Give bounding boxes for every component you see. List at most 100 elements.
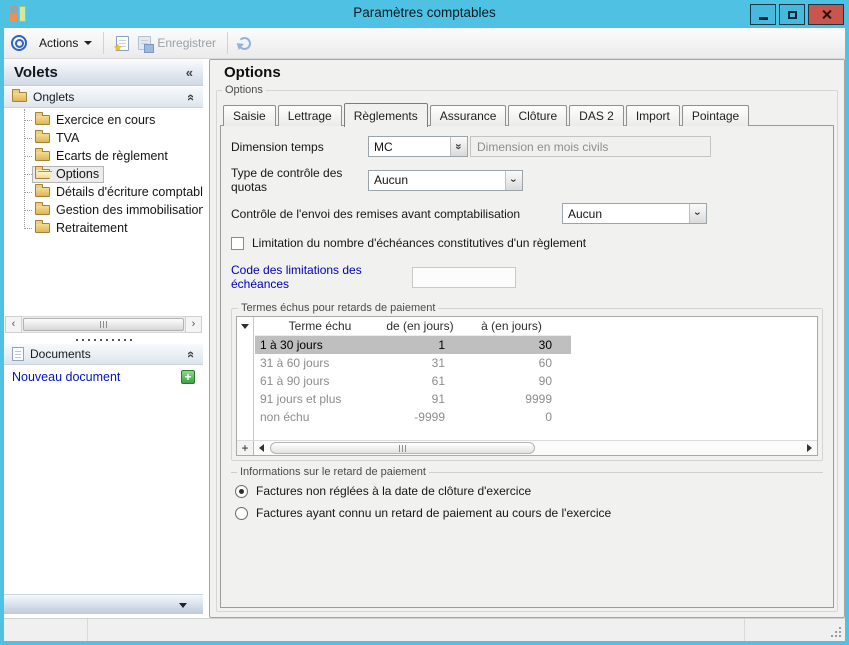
app-window: Paramètres comptables Actions ★ Enregist… (0, 0, 849, 645)
quota-label: Type de contrôle des quotas (231, 166, 368, 194)
add-document-button[interactable]: + (181, 370, 195, 384)
add-row-button[interactable]: + (237, 441, 254, 455)
info-groupbox-label: Informations sur le retard de paiement (237, 466, 429, 478)
folder-icon (12, 92, 27, 102)
sidebar-item-retraitement[interactable]: Retraitement (4, 219, 203, 237)
table-row[interactable]: 91 jours et plus 91 9999 (255, 390, 571, 408)
table-row[interactable]: non échu -9999 0 (255, 408, 571, 426)
radio-option-non-reglees[interactable]: Factures non réglées à la date de clôtur… (235, 484, 819, 498)
collapse-panel-icon[interactable]: « (186, 66, 193, 79)
tab-cloture[interactable]: Clôture (508, 105, 567, 126)
scroll-right-icon[interactable]: › (185, 316, 202, 333)
minimize-button[interactable] (750, 4, 776, 25)
sidebar-horizontal-scrollbar[interactable]: ‹ › (5, 316, 202, 333)
sidebar-item-exercice-en-cours[interactable]: Exercice en cours (4, 111, 203, 129)
dropdown-arrow-icon (84, 41, 92, 45)
open-folder-icon (35, 169, 50, 179)
scroll-left-icon[interactable] (254, 441, 269, 455)
tab-saisie[interactable]: Saisie (223, 105, 276, 126)
chevron-down-icon (179, 603, 187, 608)
terms-groupbox: Termes échus pour retards de paiement Te… (231, 302, 823, 461)
status-panel-left (4, 619, 88, 641)
tab-pointage[interactable]: Pointage (682, 105, 749, 126)
chevron-down-icon[interactable]: ‹ (505, 171, 522, 190)
tab-page-reglements: Dimension temps MC « Dimension en mois c… (220, 125, 834, 608)
section-onglets-header[interactable]: Onglets « (4, 87, 203, 108)
sidebar-item-details-ecriture[interactable]: Détails d'écriture comptable (4, 183, 203, 201)
tab-assurance[interactable]: Assurance (430, 105, 507, 126)
col-terme-echu[interactable]: Terme échu (255, 319, 385, 333)
tab-das2[interactable]: DAS 2 (569, 105, 624, 126)
status-panel-middle (88, 619, 745, 641)
code-limitations-link[interactable]: Code des limitations des échéances (231, 263, 412, 291)
sidebar-title: Volets (14, 64, 186, 81)
folder-icon (35, 205, 50, 215)
title-bar: Paramètres comptables (0, 0, 849, 28)
grid-header-row: Terme échu de (en jours) à (en jours) (255, 317, 571, 336)
close-button[interactable] (808, 4, 844, 25)
lookup-double-chevron-icon[interactable]: « (450, 137, 467, 156)
table-row[interactable]: 31 à 60 jours 31 60 (255, 354, 571, 372)
sidebar-item-tva[interactable]: TVA (4, 129, 203, 147)
dimension-description-field: Dimension en mois civils (470, 136, 711, 157)
radio-unselected-icon[interactable] (235, 507, 248, 520)
sidebar-tree: Exercice en cours TVA Ecarts de règlemen… (4, 111, 203, 237)
scroll-left-icon[interactable]: ‹ (5, 316, 22, 333)
scrollbar-thumb[interactable] (270, 442, 535, 454)
terms-grid: Terme échu de (en jours) à (en jours) 1 … (236, 316, 818, 456)
collapse-section-icon[interactable]: « (188, 91, 195, 104)
maximize-button[interactable] (779, 4, 805, 25)
folder-icon (35, 115, 50, 125)
maximize-icon (788, 11, 797, 19)
tab-import[interactable]: Import (626, 105, 680, 126)
sidebar-header: Volets « (4, 59, 203, 86)
refresh-icon[interactable] (237, 36, 252, 51)
table-row[interactable]: 61 à 90 jours 61 90 (255, 372, 571, 390)
scroll-right-icon[interactable] (802, 441, 817, 455)
sidebar-item-options[interactable]: Options (4, 165, 203, 183)
window-title: Paramètres comptables (0, 5, 849, 20)
radio-selected-icon[interactable] (235, 485, 248, 498)
new-document-link[interactable]: Nouveau document (12, 370, 181, 384)
sidebar-footer-bar[interactable] (4, 594, 203, 614)
code-limitations-field[interactable] (412, 267, 516, 288)
new-document-icon[interactable]: ★ (116, 36, 129, 51)
window-body: Volets « Onglets « Exercice en cours TVA… (4, 59, 845, 618)
dimension-temps-combo[interactable]: MC « (368, 136, 468, 157)
resize-grip[interactable] (839, 635, 841, 637)
limitation-label: Limitation du nombre d'échéances constit… (252, 236, 586, 250)
toolbar-separator (103, 32, 104, 54)
documents-label: Documents (30, 347, 182, 361)
scrollbar-thumb[interactable] (23, 318, 184, 331)
section-documents-header[interactable]: Documents « (4, 344, 203, 365)
folder-icon (35, 187, 50, 197)
col-a-jours[interactable]: à (en jours) (455, 319, 568, 333)
dimension-temps-label: Dimension temps (231, 140, 368, 154)
options-groupbox-label: Options (222, 84, 266, 96)
minimize-icon (759, 17, 768, 20)
tab-lettrage[interactable]: Lettrage (278, 105, 342, 126)
row-selector-column[interactable] (237, 317, 254, 440)
chevron-down-icon[interactable]: ‹ (689, 204, 706, 223)
toolbar-separator (227, 32, 228, 54)
close-icon (821, 9, 832, 20)
tab-reglements[interactable]: Règlements (344, 103, 428, 127)
save-button[interactable]: Enregistrer (134, 33, 220, 53)
row-selector-arrow-icon (241, 324, 249, 329)
actions-button[interactable]: Actions (35, 33, 96, 53)
quota-combo[interactable]: Aucun ‹ (368, 170, 523, 191)
col-de-jours[interactable]: de (en jours) (385, 319, 455, 333)
save-label: Enregistrer (157, 36, 216, 50)
radio-option-retard-paiement[interactable]: Factures ayant connu un retard de paieme… (235, 506, 819, 520)
grid-horizontal-scrollbar[interactable]: + (237, 440, 817, 455)
star-icon: ★ (113, 44, 122, 54)
sidebar-item-gestion-immobilisations[interactable]: Gestion des immobilisations (4, 201, 203, 219)
table-row[interactable]: 1 à 30 jours 1 30 (255, 336, 571, 354)
sidebar-item-ecarts-de-reglement[interactable]: Ecarts de règlement (4, 147, 203, 165)
splitter-handle[interactable] (4, 338, 203, 342)
remise-combo[interactable]: Aucun ‹ (562, 203, 707, 224)
remise-label: Contrôle de l'envoi des remises avant co… (231, 207, 562, 221)
collapse-section-icon[interactable]: « (188, 348, 195, 361)
status-bar (4, 618, 845, 641)
limitation-checkbox[interactable] (231, 237, 244, 250)
